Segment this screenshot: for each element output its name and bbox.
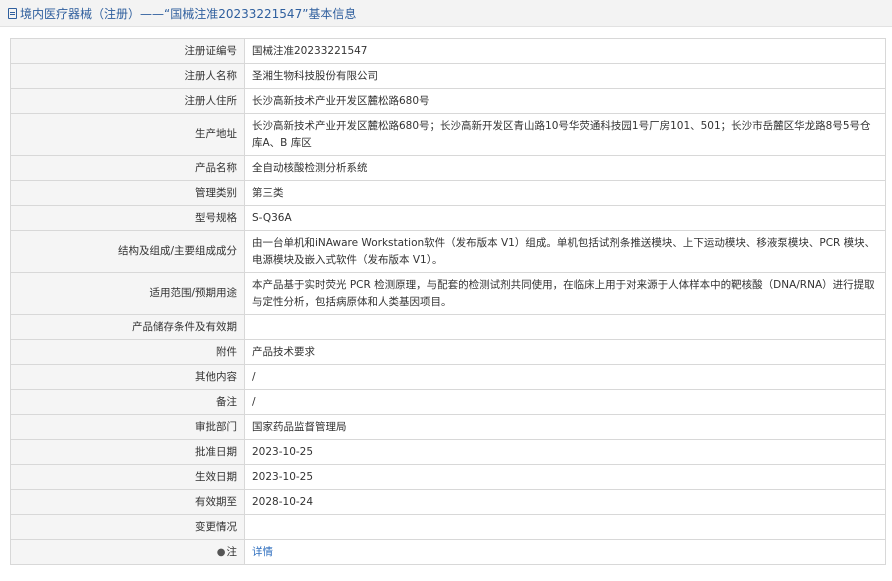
row-value: 2023-10-25 [244, 439, 886, 465]
row-label: 生产地址 [10, 113, 245, 156]
row-label: 适用范围/预期用途 [10, 272, 245, 315]
note-label: 注 [226, 545, 238, 558]
table-row: 结构及组成/主要组成成分 由一台单机和iNAware Workstation软件… [10, 230, 886, 273]
row-label: 注册人名称 [10, 63, 245, 89]
table-row: 批准日期 2023-10-25 [10, 439, 886, 465]
row-label: 注册人住所 [10, 88, 245, 114]
row-label: 注册证编号 [10, 38, 245, 64]
table-row: 附件 产品技术要求 [10, 339, 886, 365]
table-row: 注册人住所 长沙高新技术产业开发区麓松路680号 [10, 88, 886, 114]
row-value: 产品技术要求 [244, 339, 886, 365]
page-header: 境内医疗器械（注册）——“国械注准20233221547”基本信息 [0, 0, 892, 27]
table-row: 审批部门 国家药品监督管理局 [10, 414, 886, 440]
row-label: 产品储存条件及有效期 [10, 314, 245, 340]
location-pin-icon: ● [216, 546, 226, 558]
row-value: S-Q36A [244, 205, 886, 231]
row-value: 国家药品监督管理局 [244, 414, 886, 440]
table-row: 管理类别 第三类 [10, 180, 886, 206]
table-row: 注册证编号 国械注准20233221547 [10, 38, 886, 64]
document-icon [8, 7, 17, 19]
row-value: / [244, 389, 886, 415]
row-label: 审批部门 [10, 414, 245, 440]
note-label-cell: ●注 [10, 539, 245, 565]
row-label: 附件 [10, 339, 245, 365]
row-label: 备注 [10, 389, 245, 415]
row-label: 型号规格 [10, 205, 245, 231]
row-label: 管理类别 [10, 180, 245, 206]
table-row: 变更情况 [10, 514, 886, 540]
table-row: 注册人名称 圣湘生物科技股份有限公司 [10, 63, 886, 89]
page-title: 境内医疗器械（注册）——“国械注准20233221547”基本信息 [20, 6, 357, 21]
row-value: 长沙高新技术产业开发区麓松路680号；长沙高新开发区青山路10号华荧通科技园1号… [244, 113, 886, 156]
row-value: 2023-10-25 [244, 464, 886, 490]
row-label: 产品名称 [10, 155, 245, 181]
row-value: 全自动核酸检测分析系统 [244, 155, 886, 181]
device-info-table: 注册证编号 国械注准20233221547 注册人名称 圣湘生物科技股份有限公司… [10, 38, 886, 565]
row-value: 圣湘生物科技股份有限公司 [244, 63, 886, 89]
row-value: 本产品基于实时荧光 PCR 检测原理，与配套的检测试剂共同使用，在临床上用于对来… [244, 272, 886, 315]
row-value: 2028-10-24 [244, 489, 886, 515]
table-row: 生产地址 长沙高新技术产业开发区麓松路680号；长沙高新开发区青山路10号华荧通… [10, 113, 886, 156]
row-value: 第三类 [244, 180, 886, 206]
row-label: 生效日期 [10, 464, 245, 490]
info-table-container: 注册证编号 国械注准20233221547 注册人名称 圣湘生物科技股份有限公司… [0, 27, 892, 565]
table-row: 产品名称 全自动核酸检测分析系统 [10, 155, 886, 181]
table-row: 型号规格 S-Q36A [10, 205, 886, 231]
row-label: 有效期至 [10, 489, 245, 515]
table-row-note: ●注 详情 [10, 539, 886, 565]
table-row: 适用范围/预期用途 本产品基于实时荧光 PCR 检测原理，与配套的检测试剂共同使… [10, 272, 886, 315]
row-value: / [244, 364, 886, 390]
row-value [244, 514, 886, 540]
row-value [244, 314, 886, 340]
note-value-cell: 详情 [244, 539, 886, 565]
table-row: 生效日期 2023-10-25 [10, 464, 886, 490]
row-label: 其他内容 [10, 364, 245, 390]
table-row: 备注 / [10, 389, 886, 415]
row-value: 国械注准20233221547 [244, 38, 886, 64]
table-row: 产品储存条件及有效期 [10, 314, 886, 340]
row-value: 长沙高新技术产业开发区麓松路680号 [244, 88, 886, 114]
row-value: 由一台单机和iNAware Workstation软件（发布版本 V1）组成。单… [244, 230, 886, 273]
table-row: 有效期至 2028-10-24 [10, 489, 886, 515]
row-label: 结构及组成/主要组成成分 [10, 230, 245, 273]
details-link[interactable]: 详情 [252, 546, 273, 558]
row-label: 批准日期 [10, 439, 245, 465]
row-label: 变更情况 [10, 514, 245, 540]
table-row: 其他内容 / [10, 364, 886, 390]
